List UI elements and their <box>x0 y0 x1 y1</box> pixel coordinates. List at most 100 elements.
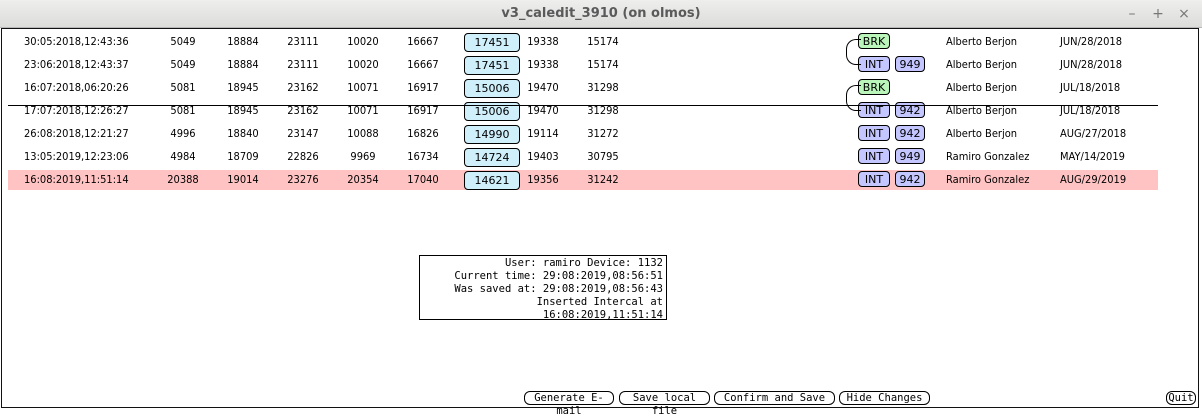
row-value: 17040 <box>407 173 439 186</box>
row-value: 18884 <box>227 35 259 48</box>
row-value: 19470 <box>527 81 559 94</box>
table-row[interactable]: 16:08:2019,11:51:14 20388 19014 23276 20354 1… <box>8 170 1158 190</box>
row-value: 18884 <box>227 58 259 71</box>
row-value: 15174 <box>587 35 619 48</box>
row-value: 23162 <box>287 104 319 117</box>
row-user: Alberto Berjon <box>946 35 1018 48</box>
row-value: 18709 <box>227 150 259 163</box>
row-highlight-value[interactable]: 17451 <box>464 33 520 52</box>
row-value: 16917 <box>407 81 439 94</box>
hide-changes-button[interactable]: Hide Changes <box>839 391 930 405</box>
row-value: 19338 <box>527 58 559 71</box>
row-value: 22826 <box>287 150 319 163</box>
device-badge[interactable]: 942 <box>895 125 925 141</box>
row-timestamp: 23:06:2018,12:43:37 <box>24 58 129 71</box>
row-value: 19014 <box>227 173 259 186</box>
window-title: v3_caledit_3910 (on olmos) <box>501 6 701 21</box>
row-value: 23276 <box>287 173 319 186</box>
row-value: 10020 <box>347 58 379 71</box>
window-titlebar[interactable]: v3_caledit_3910 (on olmos) – + × <box>0 0 1202 28</box>
row-date: JUN/28/2018 <box>1060 35 1123 48</box>
int-badge[interactable]: INT <box>858 148 890 164</box>
row-date: MAY/14/2019 <box>1060 150 1125 163</box>
row-value: 4984 <box>170 150 196 163</box>
row-timestamp: 16:07:2018,06:20:26 <box>24 81 129 94</box>
save-local-file-button[interactable]: Save local file <box>619 391 710 417</box>
session-info-box: User: ramiro Device: 1132 Current time: … <box>419 255 667 321</box>
row-highlight-value[interactable]: 17451 <box>464 56 520 75</box>
row-date: JUN/28/2018 <box>1060 58 1123 71</box>
row-highlight-value[interactable]: 14990 <box>464 125 520 144</box>
row-value: 16667 <box>407 58 439 71</box>
quit-button[interactable]: Quit <box>1166 391 1196 405</box>
row-user: Alberto Berjon <box>946 104 1018 117</box>
row-value: 23147 <box>287 127 319 140</box>
table-row[interactable]: 17:07:2018,12:26:27 5081 18945 23162 10071 16… <box>8 101 1158 121</box>
int-badge[interactable]: INT <box>858 125 890 141</box>
device-badge[interactable]: 949 <box>895 148 925 164</box>
row-timestamp: 13:05:2019,12:23:06 <box>24 150 129 163</box>
minimize-icon[interactable]: – <box>1124 4 1140 24</box>
row-value: 9969 <box>350 150 376 163</box>
generate-email-button[interactable]: Generate E-mail <box>524 391 614 417</box>
row-value: 5049 <box>170 58 196 71</box>
row-user: Alberto Berjon <box>946 81 1018 94</box>
row-highlight-value[interactable]: 15006 <box>464 79 520 98</box>
row-timestamp: 17:07:2018,12:26:27 <box>24 104 129 117</box>
row-highlight-value[interactable]: 14724 <box>464 148 520 167</box>
int-badge[interactable]: INT <box>858 171 890 187</box>
row-user: Ramiro Gonzalez <box>946 150 1030 163</box>
brk-badge[interactable]: BRK <box>858 33 890 49</box>
row-value: 19470 <box>527 104 559 117</box>
brk-int-link <box>846 39 861 65</box>
device-badge[interactable]: 949 <box>895 56 925 72</box>
row-value: 30795 <box>587 150 619 163</box>
row-value: 23111 <box>287 35 319 48</box>
row-value: 31272 <box>587 127 619 140</box>
row-value: 19114 <box>527 127 559 140</box>
close-icon[interactable]: × <box>1176 4 1192 24</box>
int-badge[interactable]: INT <box>858 56 890 72</box>
confirm-and-save-button[interactable]: Confirm and Save <box>714 391 835 405</box>
row-value: 19356 <box>527 173 559 186</box>
info-user: User: ramiro Device: 1132 <box>504 257 663 269</box>
row-user: Alberto Berjon <box>946 127 1018 140</box>
maximize-icon[interactable]: + <box>1150 4 1166 24</box>
row-date: AUG/29/2019 <box>1060 173 1127 186</box>
row-value: 15174 <box>587 58 619 71</box>
row-value: 10088 <box>347 127 379 140</box>
row-date: JUL/18/2018 <box>1060 104 1121 117</box>
row-date: JUL/18/2018 <box>1060 81 1121 94</box>
row-value: 16826 <box>407 127 439 140</box>
row-value: 19338 <box>527 35 559 48</box>
table-row[interactable]: 30:05:2018,12:43:36 5049 18884 23111 10020 16… <box>8 32 1158 52</box>
row-highlight-value[interactable]: 14621 <box>464 171 520 190</box>
row-value: 18840 <box>227 127 259 140</box>
row-value: 18945 <box>227 81 259 94</box>
row-value: 5049 <box>170 35 196 48</box>
device-badge[interactable]: 942 <box>895 171 925 187</box>
row-user: Alberto Berjon <box>946 58 1018 71</box>
table-row[interactable]: 23:06:2018,12:43:37 5049 18884 23111 10020 16… <box>8 55 1158 75</box>
row-value: 20388 <box>167 173 199 186</box>
brk-badge[interactable]: BRK <box>858 79 890 95</box>
row-value: 16667 <box>407 35 439 48</box>
group-separator <box>8 105 1158 106</box>
info-saved-at: Was saved at: 29:08:2019,08:56:43 <box>454 283 663 295</box>
row-user: Ramiro Gonzalez <box>946 173 1030 186</box>
row-value: 23111 <box>287 58 319 71</box>
row-value: 10020 <box>347 35 379 48</box>
table-row[interactable]: 13:05:2019,12:23:06 4984 18709 22826 9969 167… <box>8 147 1158 167</box>
row-value: 31298 <box>587 104 619 117</box>
main-panel: 30:05:2018,12:43:36 5049 18884 23111 10020 16… <box>1 28 1199 408</box>
row-value: 5081 <box>170 81 196 94</box>
row-timestamp: 26:08:2018,12:21:27 <box>24 127 129 140</box>
row-timestamp: 16:08:2019,11:51:14 <box>24 173 129 186</box>
row-value: 4996 <box>170 127 196 140</box>
table-row[interactable]: 26:08:2018,12:21:27 4996 18840 23147 10088 16… <box>8 124 1158 144</box>
row-value: 20354 <box>347 173 379 186</box>
brk-int-link <box>846 85 861 111</box>
row-value: 16734 <box>407 150 439 163</box>
row-value: 18945 <box>227 104 259 117</box>
table-row[interactable]: 16:07:2018,06:20:26 5081 18945 23162 10071 16… <box>8 78 1158 98</box>
